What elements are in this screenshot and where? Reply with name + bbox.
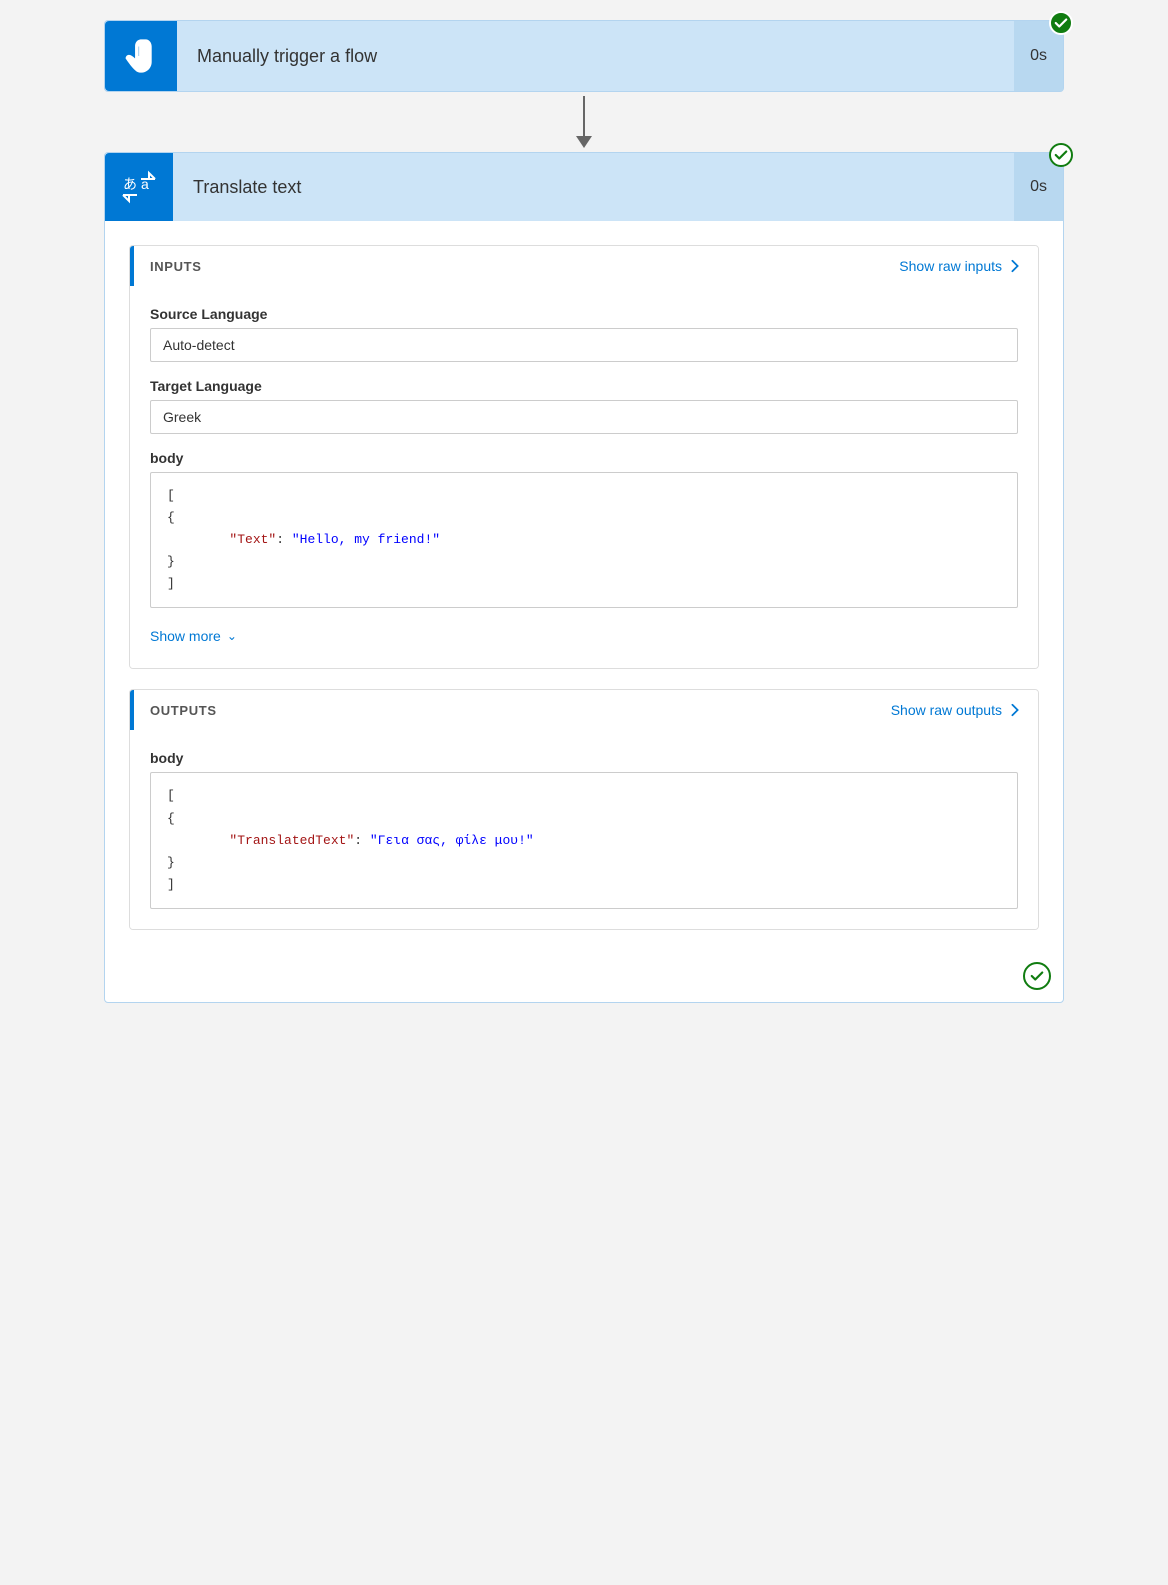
show-raw-outputs-link[interactable]: Show raw outputs: [891, 702, 1022, 718]
trigger-block[interactable]: Manually trigger a flow 0s: [104, 20, 1064, 92]
bottom-badge-area: [105, 954, 1063, 1002]
out-close-bracket: ]: [167, 877, 175, 892]
out-colon: :: [354, 833, 370, 848]
code-close-brace: }: [167, 554, 175, 569]
code-text-value: "Hello, my friend!": [292, 532, 440, 547]
code-open-brace: {: [167, 510, 175, 525]
trigger-icon-area: [105, 21, 177, 91]
translate-icon: あ a: [119, 167, 159, 207]
inputs-label: INPUTS: [150, 259, 202, 274]
code-colon: :: [276, 532, 292, 547]
svg-text:あ: あ: [123, 176, 137, 192]
inputs-body: Source Language Auto-detect Target Langu…: [130, 286, 1038, 668]
action-success-badge: [1049, 143, 1073, 167]
out-indent: [167, 833, 229, 848]
action-content: INPUTS Show raw inputs Source Language A…: [105, 221, 1063, 954]
out-translated-key: "TranslatedText": [229, 833, 354, 848]
chevron-right-outputs-icon: [1008, 703, 1022, 717]
out-open-brace: {: [167, 811, 175, 826]
chevron-right-icon: [1008, 259, 1022, 273]
body-input-code: [ { "Text": "Hello, my friend!" } ]: [150, 472, 1018, 608]
code-indent: [167, 532, 229, 547]
body-input-label: body: [150, 450, 1018, 466]
hand-trigger-icon: [122, 37, 160, 75]
source-language-label: Source Language: [150, 306, 1018, 322]
body-output-label: body: [150, 750, 1018, 766]
code-close-bracket: ]: [167, 576, 175, 591]
action-icon-area: あ a: [105, 153, 173, 221]
target-language-label: Target Language: [150, 378, 1018, 394]
action-header[interactable]: あ a Translate text 0s: [105, 153, 1063, 221]
show-more-button[interactable]: Show more ⌄: [150, 624, 237, 648]
target-language-value: Greek: [150, 400, 1018, 434]
bottom-circle-check: [1023, 962, 1051, 990]
trigger-title: Manually trigger a flow: [177, 21, 1014, 91]
out-open-bracket: [: [167, 788, 175, 803]
target-language-group: Target Language Greek: [150, 378, 1018, 434]
arrow-line: [583, 96, 585, 136]
source-language-group: Source Language Auto-detect: [150, 306, 1018, 362]
out-translated-value: "Γεια σας, φίλε μου!": [370, 833, 534, 848]
out-close-brace: }: [167, 855, 175, 870]
outputs-section: OUTPUTS Show raw outputs body [ {: [129, 689, 1039, 929]
outputs-body: body [ { "TranslatedText": "Γεια σας, φί…: [130, 730, 1038, 928]
body-output-code: [ { "TranslatedText": "Γεια σας, φίλε μο…: [150, 772, 1018, 908]
show-raw-inputs-link[interactable]: Show raw inputs: [899, 258, 1022, 274]
inputs-section: INPUTS Show raw inputs Source Language A…: [129, 245, 1039, 669]
chevron-down-icon: ⌄: [227, 629, 237, 643]
outputs-label: OUTPUTS: [150, 703, 217, 718]
body-group: body [ { "Text": "Hello, my friend!" } ]: [150, 450, 1018, 608]
inputs-section-header: INPUTS Show raw inputs: [130, 246, 1038, 286]
action-block: あ a Translate text 0s INPUTS: [104, 152, 1064, 1003]
outputs-section-header: OUTPUTS Show raw outputs: [130, 690, 1038, 730]
source-language-value: Auto-detect: [150, 328, 1018, 362]
action-title: Translate text: [173, 153, 1014, 221]
code-text-key: "Text": [229, 532, 276, 547]
arrow-connector: [576, 92, 592, 152]
body-output-group: body [ { "TranslatedText": "Γεια σας, φί…: [150, 750, 1018, 908]
arrow-head: [576, 136, 592, 148]
code-open-bracket: [: [167, 488, 175, 503]
trigger-success-badge: [1049, 11, 1073, 35]
